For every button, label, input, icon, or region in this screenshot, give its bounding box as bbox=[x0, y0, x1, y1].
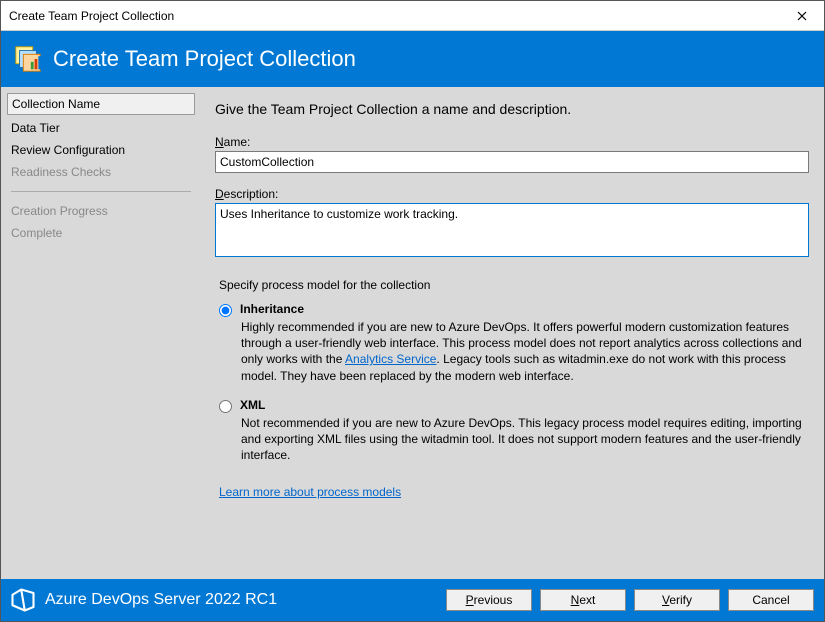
name-input[interactable] bbox=[215, 151, 809, 173]
inheritance-desc: Highly recommended if you are new to Azu… bbox=[241, 319, 806, 384]
next-button[interactable]: Next bbox=[540, 589, 626, 611]
sidebar-item-data-tier[interactable]: Data Tier bbox=[1, 117, 201, 139]
footer-brand-text: Azure DevOps Server 2022 RC1 bbox=[45, 591, 277, 609]
titlebar: Create Team Project Collection bbox=[1, 1, 824, 31]
instruction-text: Give the Team Project Collection a name … bbox=[215, 101, 806, 117]
xml-desc: Not recommended if you are new to Azure … bbox=[241, 415, 806, 464]
sidebar-item-creation-progress: Creation Progress bbox=[1, 200, 201, 222]
description-label: Description: bbox=[215, 187, 806, 201]
sidebar: Collection Name Data Tier Review Configu… bbox=[1, 87, 201, 579]
description-field-block: Description: Uses Inheritance to customi… bbox=[215, 187, 806, 260]
xml-radio-label: XML bbox=[240, 398, 265, 412]
footer-brand: Azure DevOps Server 2022 RC1 bbox=[9, 586, 438, 614]
xml-option: XML Not recommended if you are new to Az… bbox=[219, 398, 806, 464]
name-field-block: Name: bbox=[215, 135, 806, 173]
banner-heading: Create Team Project Collection bbox=[53, 46, 356, 72]
xml-radio[interactable] bbox=[219, 400, 232, 413]
wizard-window: Create Team Project Collection Create Te… bbox=[0, 0, 825, 622]
collection-icon bbox=[13, 44, 43, 74]
sidebar-separator bbox=[11, 191, 191, 192]
sidebar-item-collection-name[interactable]: Collection Name bbox=[7, 93, 195, 115]
azure-devops-icon bbox=[9, 586, 37, 614]
cancel-button[interactable]: Cancel bbox=[728, 589, 814, 611]
inheritance-radio[interactable] bbox=[219, 304, 232, 317]
close-button[interactable] bbox=[780, 1, 824, 31]
xml-radio-row[interactable]: XML bbox=[219, 398, 806, 413]
inheritance-option: Inheritance Highly recommended if you ar… bbox=[219, 302, 806, 384]
sidebar-item-complete: Complete bbox=[1, 222, 201, 244]
process-model-label: Specify process model for the collection bbox=[219, 278, 806, 292]
main-panel: Give the Team Project Collection a name … bbox=[201, 87, 824, 579]
previous-button[interactable]: Previous bbox=[446, 589, 532, 611]
inheritance-radio-row[interactable]: Inheritance bbox=[219, 302, 806, 317]
body: Collection Name Data Tier Review Configu… bbox=[1, 87, 824, 579]
description-input[interactable]: Uses Inheritance to customize work track… bbox=[215, 203, 809, 257]
window-title: Create Team Project Collection bbox=[9, 9, 780, 23]
learn-more-link[interactable]: Learn more about process models bbox=[219, 485, 401, 499]
analytics-service-link[interactable]: Analytics Service bbox=[345, 352, 436, 366]
banner: Create Team Project Collection bbox=[1, 31, 824, 87]
verify-button[interactable]: Verify bbox=[634, 589, 720, 611]
name-label: Name: bbox=[215, 135, 806, 149]
inheritance-radio-label: Inheritance bbox=[240, 302, 304, 316]
sidebar-item-readiness-checks: Readiness Checks bbox=[1, 161, 201, 183]
sidebar-item-review-configuration[interactable]: Review Configuration bbox=[1, 139, 201, 161]
close-icon bbox=[797, 11, 807, 21]
footer: Azure DevOps Server 2022 RC1 Previous Ne… bbox=[1, 579, 824, 621]
